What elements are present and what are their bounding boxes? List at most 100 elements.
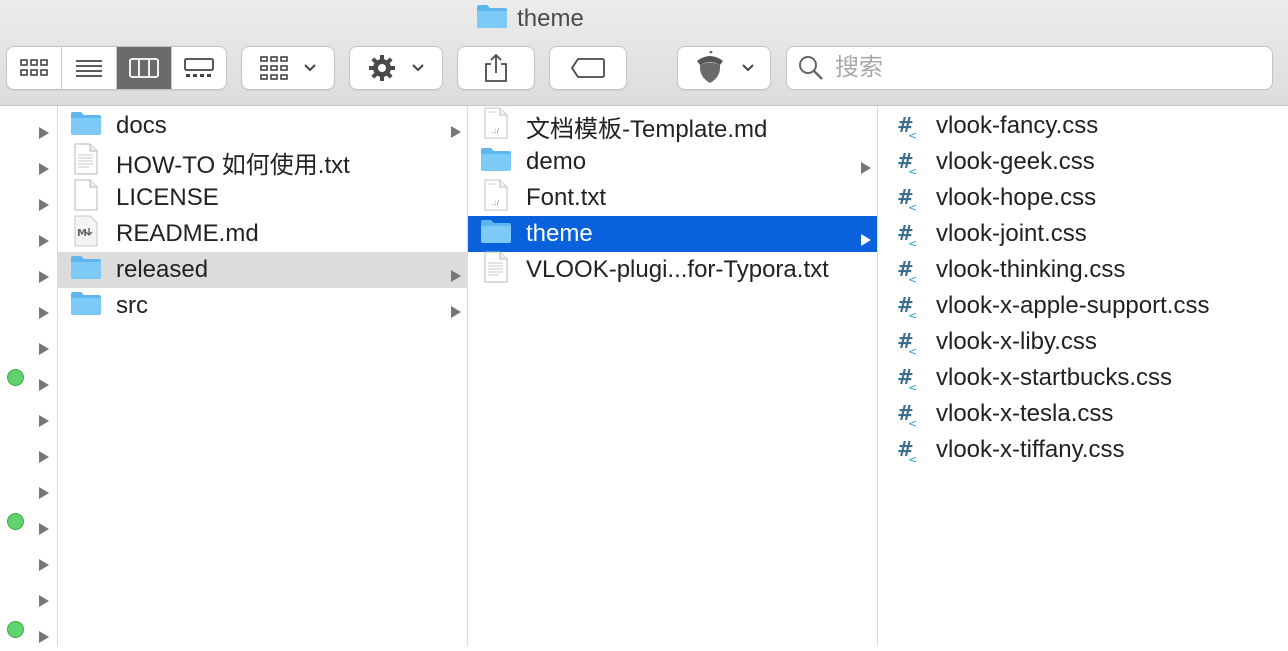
chevron-down-icon — [304, 64, 316, 72]
search-input[interactable] — [833, 53, 1257, 83]
disclosure-arrow-icon — [38, 443, 52, 471]
file-row[interactable]: .:/ Font.txt — [468, 179, 877, 218]
parent-row[interactable] — [0, 540, 57, 576]
item-label: vlook-fancy.css — [936, 112, 1099, 139]
parent-row[interactable] — [0, 396, 57, 432]
file-row[interactable]: # < vlook-x-tesla.css — [878, 396, 1288, 432]
parent-row[interactable] — [0, 252, 57, 288]
folder-icon — [480, 146, 512, 179]
file-row[interactable]: # < vlook-geek.css — [878, 144, 1288, 180]
folder-row[interactable]: released — [58, 252, 467, 288]
parent-row[interactable] — [0, 468, 57, 504]
file-row[interactable]: # < vlook-hope.css — [878, 180, 1288, 216]
share-button[interactable] — [457, 46, 535, 90]
file-row[interactable]: # < vlook-x-apple-support.css — [878, 288, 1288, 324]
parent-column — [0, 106, 58, 646]
document-file-icon: .:/ — [483, 179, 509, 218]
parent-row[interactable] — [0, 108, 57, 144]
file-row[interactable]: M README.md — [58, 215, 467, 254]
app-button[interactable] — [677, 46, 771, 90]
window-title-text: theme — [517, 5, 584, 32]
search-icon — [799, 56, 823, 80]
parent-row[interactable] — [0, 576, 57, 612]
tag-button[interactable] — [549, 46, 627, 90]
green-tag-dot — [7, 369, 24, 386]
disclosure-arrow-icon — [38, 551, 52, 579]
item-label: Font.txt — [526, 184, 607, 211]
parent-row[interactable] — [0, 288, 57, 324]
svg-text:.:/: .:/ — [492, 199, 500, 207]
css-file-icon: # < — [897, 221, 918, 250]
item-label: docs — [116, 112, 167, 139]
svg-text:M: M — [77, 228, 87, 239]
column-view-button[interactable] — [117, 47, 172, 89]
parent-row[interactable] — [0, 504, 57, 540]
folder-icon — [70, 254, 102, 287]
green-tag-dot — [7, 621, 24, 638]
disclosure-arrow-icon — [450, 118, 462, 146]
css-file-icon: # < — [897, 401, 918, 430]
acorn-icon — [697, 51, 723, 83]
folder-row[interactable]: theme — [468, 216, 877, 252]
item-label: vlook-x-tesla.css — [936, 400, 1114, 427]
item-label: VLOOK-plugi...for-Typora.txt — [526, 256, 829, 283]
css-file-icon: # < — [897, 113, 918, 142]
search-field[interactable] — [786, 46, 1273, 90]
disclosure-arrow-icon — [38, 299, 52, 327]
item-label: 文档模板-Template.md — [526, 115, 768, 143]
css-file-icon: # < — [897, 293, 918, 322]
column-view-icon — [129, 58, 159, 78]
file-row[interactable]: # < vlook-x-tiffany.css — [878, 432, 1288, 468]
folder-row[interactable]: docs — [58, 108, 467, 144]
folder-icon — [476, 3, 508, 36]
view-mode-control — [6, 46, 227, 90]
markdown-file-icon: M — [73, 215, 99, 254]
action-button[interactable] — [349, 46, 443, 90]
file-row[interactable]: LICENSE — [58, 179, 467, 216]
disclosure-arrow-icon — [450, 262, 462, 290]
text-file-icon — [73, 143, 99, 182]
file-row[interactable]: # < vlook-joint.css — [878, 216, 1288, 252]
tag-icon — [570, 58, 605, 78]
icon-view-icon — [20, 59, 48, 76]
css-file-icon: # < — [897, 149, 918, 178]
file-row[interactable]: .:/ 文档模板-Template.md — [468, 107, 877, 144]
window-title: theme — [0, 4, 1060, 34]
item-label: LICENSE — [116, 184, 219, 211]
css-file-icon: # < — [897, 365, 918, 394]
file-row[interactable]: # < vlook-x-startbucks.css — [878, 360, 1288, 396]
chevron-down-icon — [742, 64, 754, 72]
disclosure-arrow-icon — [38, 335, 52, 363]
parent-row[interactable] — [0, 360, 57, 396]
file-row[interactable]: VLOOK-plugi...for-Typora.txt — [468, 251, 877, 290]
icon-view-button[interactable] — [7, 47, 62, 89]
css-file-icon: # < — [897, 437, 918, 466]
item-label: vlook-x-liby.css — [936, 328, 1097, 355]
folder-row[interactable]: src — [58, 288, 467, 324]
folder-row[interactable]: demo — [468, 144, 877, 180]
item-label: vlook-joint.css — [936, 220, 1087, 247]
file-row[interactable]: HOW-TO 如何使用.txt — [58, 143, 467, 182]
disclosure-arrow-icon — [38, 587, 52, 615]
file-row[interactable]: # < vlook-thinking.css — [878, 252, 1288, 288]
css-file-icon: # < — [897, 329, 918, 358]
file-row[interactable]: # < vlook-x-liby.css — [878, 324, 1288, 360]
green-tag-dot — [7, 513, 24, 530]
parent-row[interactable] — [0, 180, 57, 216]
gallery-view-icon — [184, 58, 214, 77]
disclosure-arrow-icon — [38, 119, 52, 147]
group-by-button[interactable] — [241, 46, 335, 90]
gallery-view-button[interactable] — [172, 47, 226, 89]
text-file-icon — [483, 251, 509, 290]
item-label: vlook-x-apple-support.css — [936, 292, 1210, 319]
disclosure-arrow-icon — [38, 623, 52, 651]
vlook-column: docs HOW-TO 如何使用.txt LICENSE M README.md rele… — [58, 106, 468, 646]
file-row[interactable]: # < vlook-fancy.css — [878, 108, 1288, 144]
item-label: vlook-x-tiffany.css — [936, 436, 1125, 463]
parent-row[interactable] — [0, 216, 57, 252]
parent-row[interactable] — [0, 144, 57, 180]
parent-row[interactable] — [0, 432, 57, 468]
parent-row[interactable] — [0, 324, 57, 360]
list-view-button[interactable] — [62, 47, 117, 89]
parent-row[interactable] — [0, 612, 57, 648]
